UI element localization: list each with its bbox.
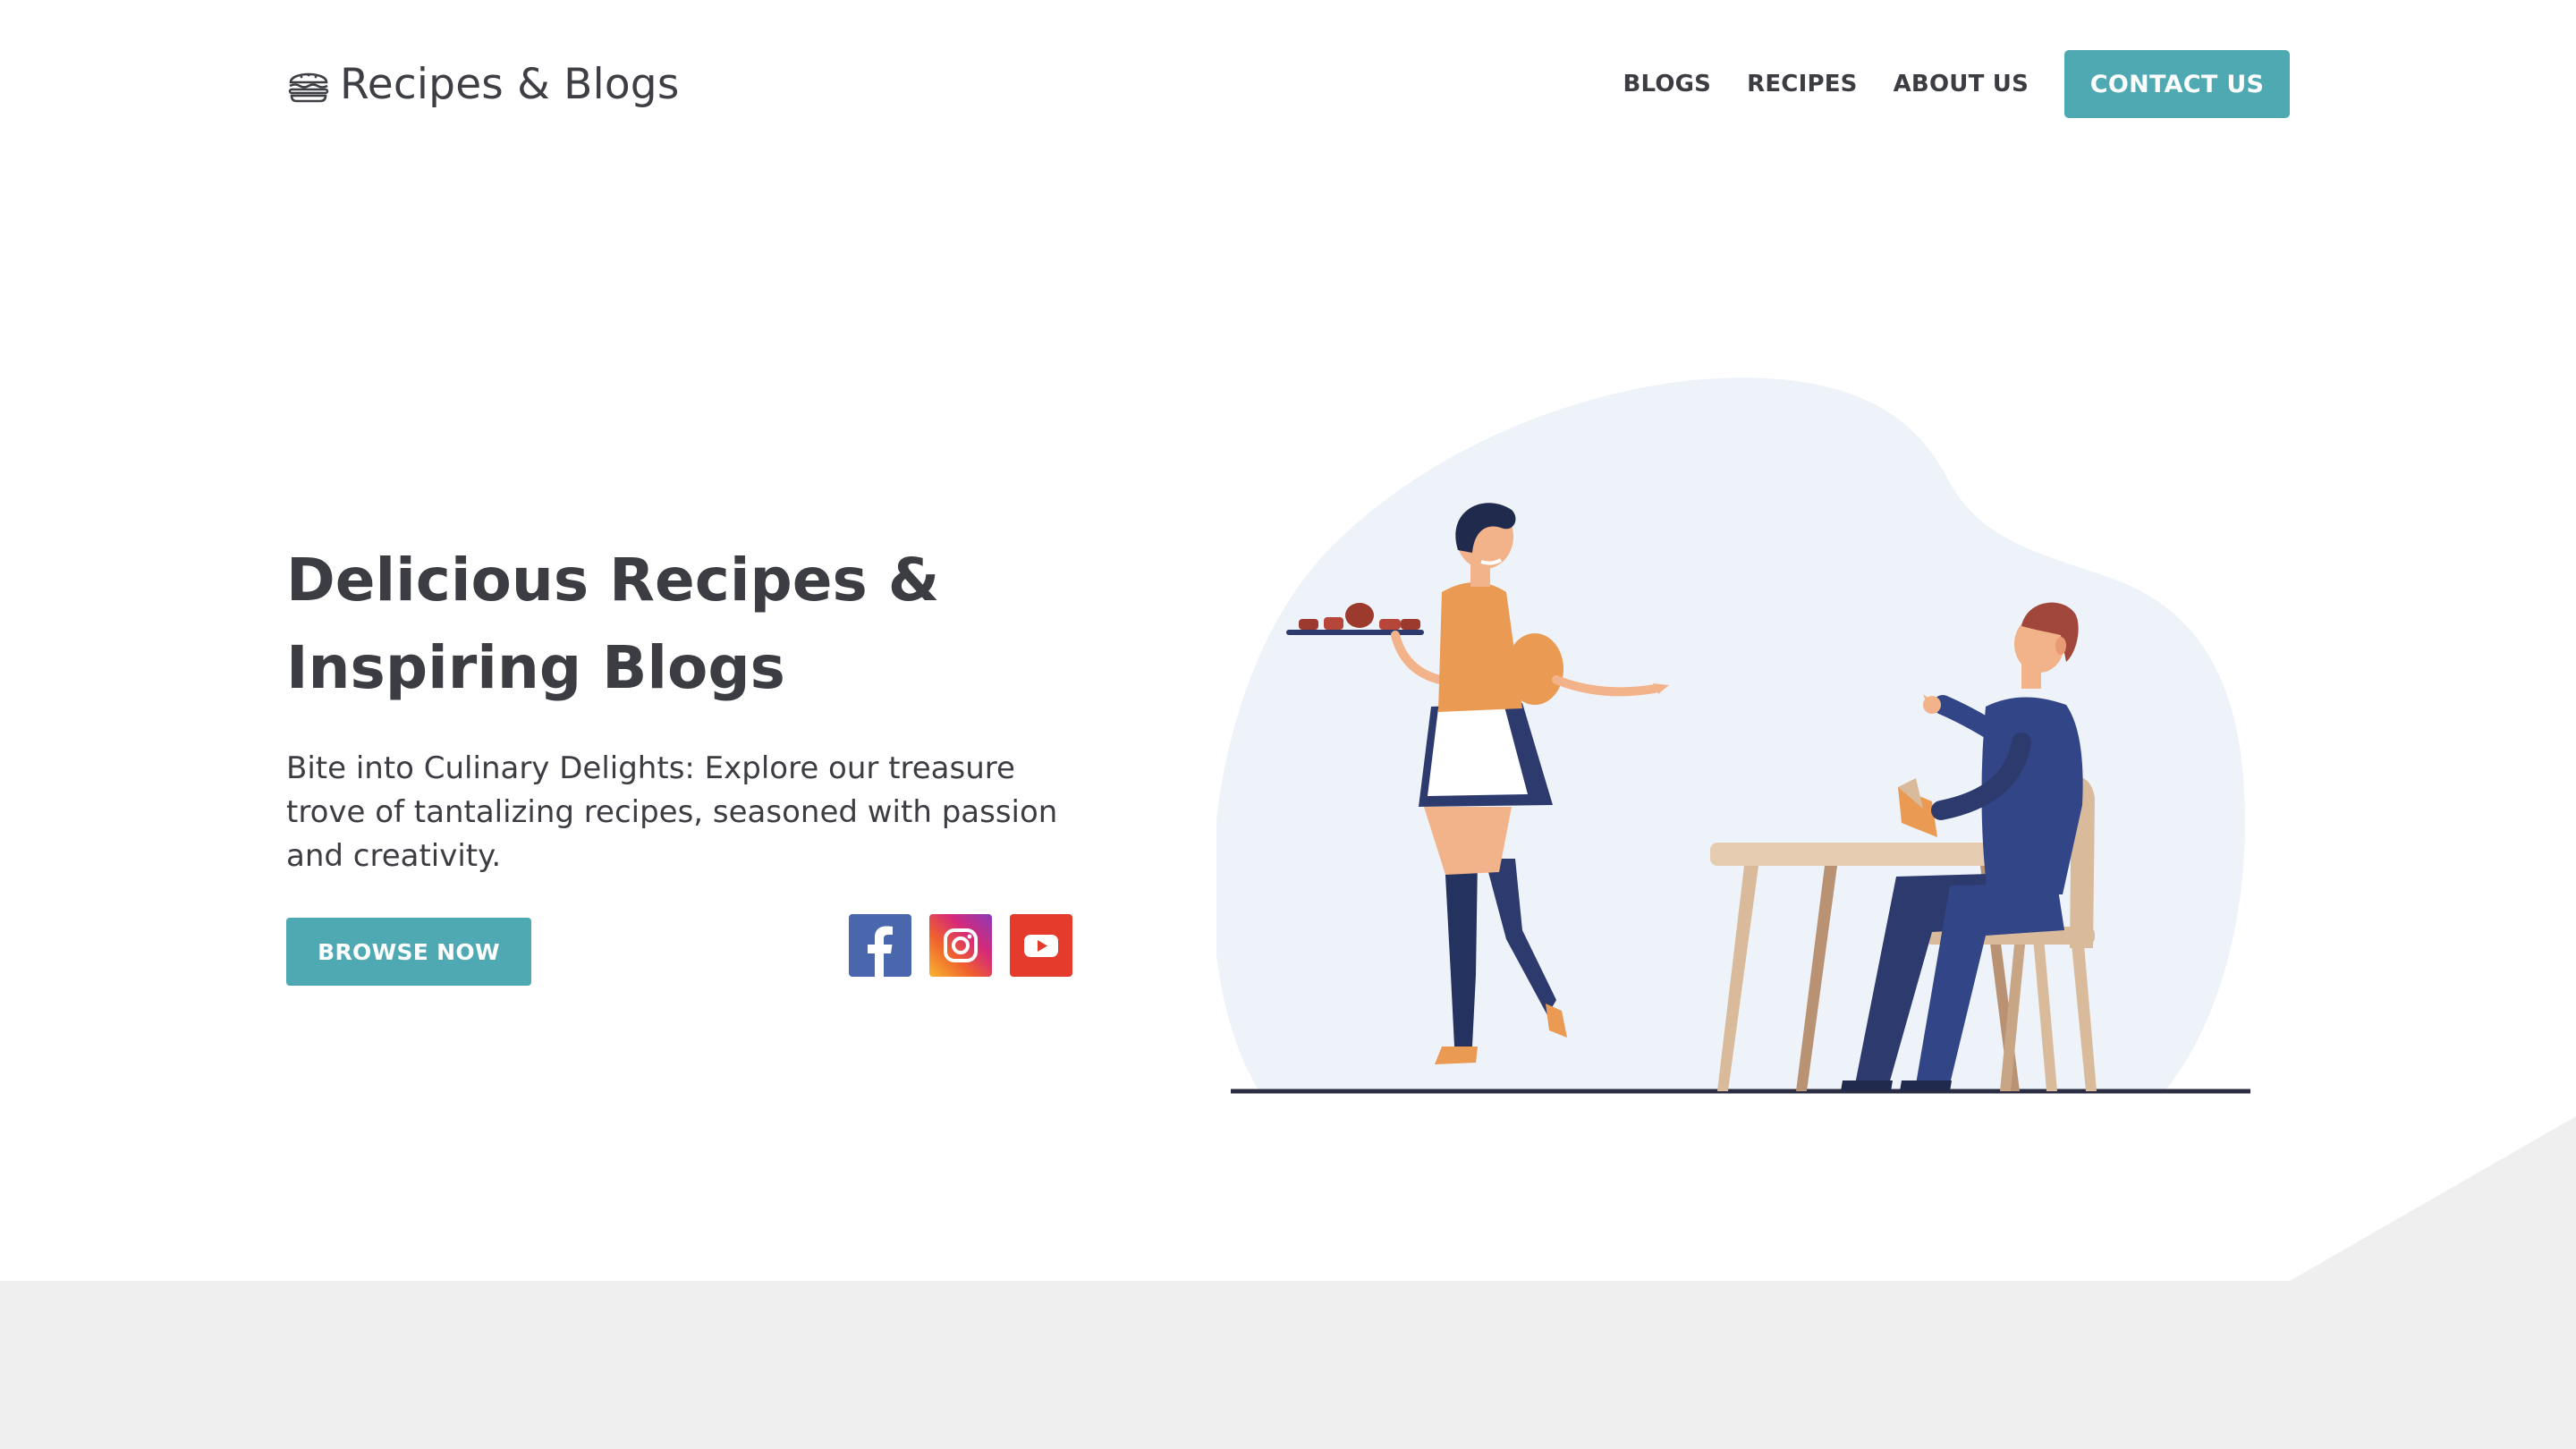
hero-title-line-2: Inspiring Blogs	[286, 633, 785, 702]
contact-us-button[interactable]: CONTACT US	[2064, 50, 2290, 118]
hero-title-line-1: Delicious Recipes &	[286, 546, 940, 614]
youtube-icon[interactable]	[1010, 914, 1072, 977]
logo-text: Recipes & Blogs	[340, 59, 680, 109]
instagram-icon[interactable]	[929, 914, 992, 977]
hero-description: Bite into Culinary Delights: Explore our…	[286, 750, 1058, 874]
hero-title: Delicious Recipes & Inspiring Blogs	[286, 537, 966, 712]
burger-icon	[286, 64, 331, 104]
browse-now-button[interactable]: BROWSE NOW	[286, 918, 531, 986]
facebook-icon[interactable]	[849, 914, 911, 977]
nav-recipes[interactable]: RECIPES	[1747, 71, 1857, 97]
footer-band	[0, 1281, 2576, 1449]
hero-illustration	[1216, 377, 2250, 1094]
page: Recipes & Blogs BLOGS RECIPES ABOUT US C…	[0, 0, 2576, 1449]
site-header: Recipes & Blogs BLOGS RECIPES ABOUT US C…	[286, 50, 2290, 118]
nav-about-us[interactable]: ABOUT US	[1894, 71, 2029, 97]
logo[interactable]: Recipes & Blogs	[286, 60, 680, 109]
nav-blogs[interactable]: BLOGS	[1623, 71, 1711, 97]
main-nav: BLOGS RECIPES ABOUT US CONTACT US	[1623, 50, 2290, 118]
